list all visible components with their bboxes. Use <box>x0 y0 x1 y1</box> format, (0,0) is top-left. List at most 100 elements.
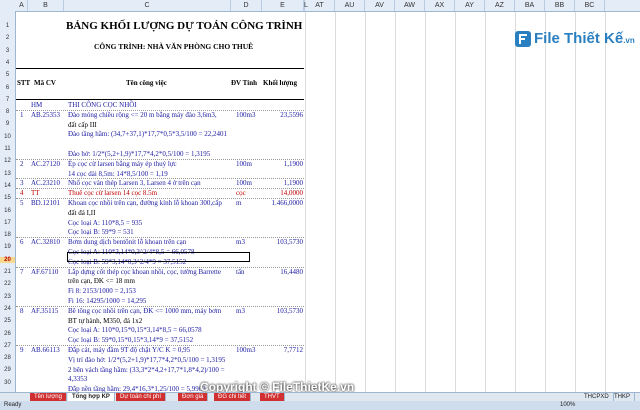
cell-ten[interactable]: Thuê cọc cừ larsen 14 cọc 8.5m <box>68 189 157 197</box>
cell-ten[interactable]: đất cấp III <box>68 121 97 129</box>
row-header[interactable]: 17 <box>0 220 15 226</box>
cell-ten[interactable]: đất đá I,II <box>68 209 95 217</box>
row-header[interactable]: 6 <box>0 85 15 91</box>
cell-dvt[interactable]: tấn <box>236 268 245 276</box>
cell-ten[interactable]: Đắp nền tầng hầm: 29,4*16,3*1,25/100 = 5… <box>68 385 206 392</box>
cell-dvt[interactable]: m3 <box>236 238 245 246</box>
cell-ten[interactable]: 14 cọc dài 8,5m: 14*8,5/100 = 1,19 <box>68 170 168 178</box>
row-header[interactable]: 8 <box>0 109 15 115</box>
cell-ten[interactable]: Lắp dựng cốt thép cọc khoan nhồi, cọc, t… <box>68 268 221 276</box>
row-header[interactable]: 18 <box>0 232 15 238</box>
selected-cell[interactable] <box>67 252 250 262</box>
column-header[interactable]: BA <box>515 0 545 11</box>
cell-ma[interactable]: HM <box>31 101 42 109</box>
cell-kl[interactable]: 16,4480 <box>266 268 303 276</box>
cell-dvt[interactable]: 100m <box>236 179 252 187</box>
row-header[interactable]: 22 <box>0 281 15 287</box>
cell-ten[interactable]: Đào móng chiều rộng <= 20 m bằng máy đào… <box>68 111 217 119</box>
cell-stt[interactable]: 4 <box>20 189 24 197</box>
cell-dvt[interactable]: cọc <box>236 189 246 197</box>
row-header[interactable]: 13 <box>0 171 15 177</box>
cell-ma[interactable]: AB.66113 <box>31 346 60 354</box>
cell-ten[interactable]: Bê tông cọc nhồi trên cạn, ĐK <= 1000 mm… <box>68 307 221 315</box>
row-header[interactable]: 24 <box>0 306 15 312</box>
row-header[interactable]: 26 <box>0 331 15 337</box>
cell-kl[interactable]: 1.466,0000 <box>266 199 304 207</box>
row-header[interactable]: 11 <box>0 146 15 152</box>
cell-ma[interactable]: AB.25353 <box>31 111 60 119</box>
cell-stt[interactable]: 2 <box>20 160 24 168</box>
cell-ten[interactable]: Đào hở: 1/2*(5,2+1,9)*17,7*4,2*0,5/100 =… <box>68 150 210 158</box>
cell-stt[interactable]: 9 <box>20 346 24 354</box>
row-header[interactable]: 16 <box>0 208 15 214</box>
column-header[interactable]: AX <box>425 0 455 11</box>
row-header[interactable]: 14 <box>0 183 15 189</box>
column-header[interactable]: E <box>262 0 304 11</box>
column-header[interactable]: AZ <box>485 0 515 11</box>
cell-ten[interactable]: Cọc loại B: 59*0,15*0,15*3,14*9 = 37,515… <box>68 336 193 344</box>
cell-dvt[interactable]: 100m3 <box>236 346 255 354</box>
cell-dvt[interactable]: 100m <box>236 160 252 168</box>
row-header[interactable]: 10 <box>0 134 15 140</box>
cell-stt[interactable]: 7 <box>20 268 24 276</box>
cell-kl[interactable]: 14,0000 <box>266 189 303 197</box>
cell-kl[interactable]: 103,5730 <box>266 238 303 246</box>
row-header[interactable]: 15 <box>0 195 15 201</box>
row-header[interactable]: 29 <box>0 367 15 373</box>
row-header[interactable]: 4 <box>0 60 15 66</box>
cell-ten[interactable]: Bơm dung dịch bentônit lỗ khoan trên cạn <box>68 238 186 246</box>
cell-ten[interactable]: Vị trí đào hở: 1/2*(5,2+1,9)*17,7*4,2*0,… <box>68 356 225 364</box>
cell-ten[interactable]: Fi 16: 14295/1000 = 14,295 <box>68 297 146 305</box>
cell-ten[interactable]: Đắp cát, máy đầm 9T độ chặt Y/C K = 0,95 <box>68 346 190 354</box>
cell-stt[interactable]: 8 <box>20 307 24 315</box>
cell-kl[interactable]: 23,5596 <box>266 111 303 119</box>
column-header[interactable]: C <box>64 0 231 11</box>
column-header[interactable]: AY <box>455 0 485 11</box>
row-header[interactable]: 21 <box>0 269 15 275</box>
column-header[interactable]: AT <box>305 0 335 11</box>
row-header[interactable]: 28 <box>0 355 15 361</box>
row-header[interactable]: 12 <box>0 158 15 164</box>
row-header[interactable]: 27 <box>0 343 15 349</box>
cell-ten[interactable]: Nhổ cọc ván thép Larsen 3, Larsen 4 ở tr… <box>68 179 201 187</box>
cell-ten[interactable]: Khoan cọc nhồi trên cạn, đường kính lỗ k… <box>68 199 222 207</box>
cell-ma[interactable]: AF.67110 <box>31 268 58 276</box>
row-header[interactable]: 25 <box>0 318 15 324</box>
cell-ten[interactable]: Đào tầng hầm: (34,7+37,1)*17,7*0,5*3,5/1… <box>68 130 227 138</box>
cell-stt[interactable]: 3 <box>20 179 24 187</box>
cell-ten[interactable]: BT tự hành, M350, đá 1x2 <box>68 317 142 325</box>
row-header[interactable]: 1 <box>0 23 15 29</box>
cell-ma[interactable]: AC.27120 <box>31 160 60 168</box>
column-header[interactable]: AU <box>335 0 365 11</box>
cell-ten[interactable]: Cọc loại A: 110*8,5 = 935 <box>68 219 142 227</box>
cell-dvt[interactable]: m3 <box>236 307 245 315</box>
row-header[interactable]: 23 <box>0 294 15 300</box>
row-header[interactable]: 2 <box>0 35 15 41</box>
cell-kl[interactable]: 7,7712 <box>266 346 303 354</box>
cell-stt[interactable]: 5 <box>20 199 24 207</box>
column-header[interactable]: B <box>28 0 64 11</box>
row-header[interactable]: 5 <box>0 72 15 78</box>
cell-ten[interactable]: 2 bên vách tầng hầm: (33,3*2*4,2+17,7*1,… <box>68 366 225 374</box>
cell-ten[interactable]: 4,3353 <box>68 375 87 383</box>
cell-dvt[interactable]: 100m3 <box>236 111 255 119</box>
cell-kl[interactable]: 1,1900 <box>266 179 303 187</box>
cell-ma[interactable]: AC.32810 <box>31 238 60 246</box>
row-header[interactable]: 19 <box>0 244 15 250</box>
cell-kl[interactable]: 1,1900 <box>266 160 303 168</box>
row-header[interactable]: 20 <box>0 256 15 263</box>
cell-ma[interactable]: BD.12101 <box>31 199 60 207</box>
cell-ten[interactable]: Cọc loại A: 110*0,15*0,15*3,14*8,5 = 66,… <box>68 326 202 334</box>
cell-ten[interactable]: THI CÔNG CỌC NHỒI <box>68 101 137 109</box>
column-header[interactable]: AV <box>365 0 395 11</box>
cell-dvt[interactable]: m <box>236 199 241 207</box>
row-header[interactable]: 3 <box>0 48 15 54</box>
zoom-level[interactable]: 100% <box>560 401 575 410</box>
cell-stt[interactable]: 6 <box>20 238 24 246</box>
cell-ten[interactable]: Ép cọc cừ larsen bằng máy ép thuỷ lực <box>68 160 177 168</box>
cell-kl[interactable]: 103,5730 <box>266 307 303 315</box>
row-header[interactable]: 30 <box>0 380 15 386</box>
cell-ma[interactable]: AF.35115 <box>31 307 58 315</box>
row-header[interactable]: 7 <box>0 97 15 103</box>
column-header[interactable]: BB <box>545 0 575 11</box>
